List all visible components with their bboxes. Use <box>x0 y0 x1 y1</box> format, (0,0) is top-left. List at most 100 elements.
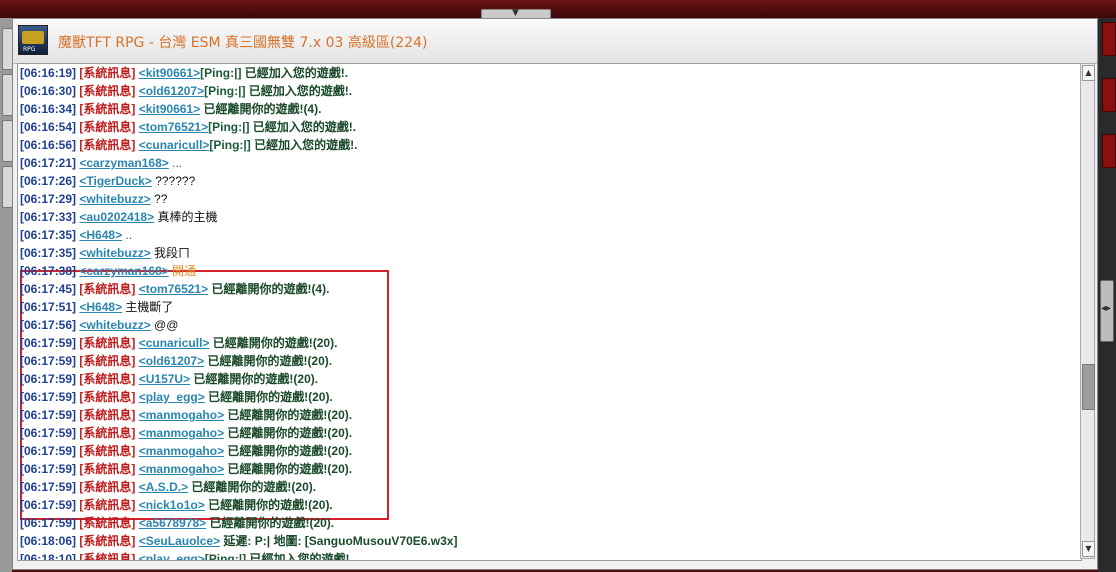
chat-timestamp: [06:17:59] <box>20 408 77 422</box>
chat-message-text: 已經加入您的遊戲!. <box>241 66 349 80</box>
scroll-up-icon[interactable]: ▲ <box>1082 65 1095 81</box>
username-link[interactable]: <tom76521> <box>139 282 208 296</box>
chat-timestamp: [06:16:54] <box>20 120 77 134</box>
system-tag: [系統訊息] <box>79 534 136 548</box>
chat-timestamp: [06:17:38] <box>20 264 77 278</box>
username-link[interactable]: <play_egg> <box>139 390 205 404</box>
username-link[interactable]: <au0202418> <box>79 210 154 224</box>
chat-message-text: 已經加入您的遊戲!. <box>246 552 353 561</box>
chat-timestamp: [06:17:33] <box>20 210 77 224</box>
chat-timestamp: [06:17:51] <box>20 300 77 314</box>
username-link[interactable]: <manmogaho> <box>139 462 224 476</box>
chat-message-text: ?????? <box>151 174 196 188</box>
chat-timestamp: [06:17:59] <box>20 462 77 476</box>
chat-timestamp: [06:17:59] <box>20 516 77 530</box>
username-link[interactable]: <play_egg> <box>139 552 205 560</box>
system-tag: [系統訊息] <box>79 498 136 512</box>
window-titlebar: RPG 魔獸TFT RPG - 台灣 ESM 真三國無雙 7.x 03 高級區(… <box>13 19 1097 64</box>
chat-message-text: 延遲: P:| 地圖: [SanguoMusouV70E6.w3x] <box>220 534 458 548</box>
chat-timestamp: [06:17:59] <box>20 444 77 458</box>
chat-line: [06:16:56] [系統訊息] <cunaricull>[Ping:|] 已… <box>20 136 357 154</box>
chat-timestamp: [06:18:06] <box>20 534 77 548</box>
username-link[interactable]: <manmogaho> <box>139 444 224 458</box>
side-marker <box>1102 22 1116 56</box>
username-link[interactable]: <carzyman168> <box>79 264 168 278</box>
scrollbar-thumb[interactable] <box>1082 364 1095 410</box>
chat-timestamp: [06:17:35] <box>20 246 77 260</box>
panel-resize-handle[interactable]: ◂▸ <box>1100 280 1114 342</box>
chat-message-text: ... <box>168 156 183 170</box>
chat-log[interactable]: [06:16:19] [系統訊息] <kit90661>[Ping:|] 已經加… <box>17 63 1082 561</box>
chat-message-text: 已經離開你的遊戲!(20). <box>224 444 353 458</box>
chat-message-text: 已經離開你的遊戲!(20). <box>206 516 335 530</box>
username-link[interactable]: <tom76521> <box>139 120 208 134</box>
chat-timestamp: [06:17:59] <box>20 390 77 404</box>
ping-indicator: [Ping:|] <box>200 66 242 80</box>
chat-timestamp: [06:17:59] <box>20 336 77 350</box>
system-tag: [系統訊息] <box>79 516 136 530</box>
chat-message-text: 已經離開你的遊戲!(20). <box>224 462 353 476</box>
side-marker <box>1102 134 1116 168</box>
chat-line: [06:16:54] [系統訊息] <tom76521>[Ping:|] 已經加… <box>20 118 356 136</box>
username-link[interactable]: <U157U> <box>139 372 190 386</box>
ping-indicator: [Ping:|] <box>204 84 246 98</box>
chat-line: [06:16:34] [系統訊息] <kit90661> 已經離開你的遊戲!(4… <box>20 100 321 118</box>
chat-timestamp: [06:17:56] <box>20 318 77 332</box>
chat-message-text: @@ <box>150 318 179 332</box>
chat-timestamp: [06:16:30] <box>20 84 77 98</box>
username-link[interactable]: <kit90661> <box>139 102 200 116</box>
chat-line: [06:17:35] <H648> .. <box>20 226 132 244</box>
username-link[interactable]: <manmogaho> <box>139 408 224 422</box>
chat-timestamp: [06:17:59] <box>20 480 77 494</box>
chat-line: [06:17:59] [系統訊息] <manmogaho> 已經離開你的遊戲!(… <box>20 442 352 460</box>
system-tag: [系統訊息] <box>79 480 136 494</box>
username-link[interactable]: <whitebuzz> <box>79 318 150 332</box>
username-link[interactable]: <a5678978> <box>139 516 206 530</box>
chat-line: [06:16:30] [系統訊息] <old61207>[Ping:|] 已經加… <box>20 82 352 100</box>
username-link[interactable]: <H648> <box>79 228 122 242</box>
system-tag: [系統訊息] <box>79 390 136 404</box>
system-tag: [系統訊息] <box>79 336 136 350</box>
chat-message-text: 開通 <box>168 264 197 278</box>
username-link[interactable]: <cunaricull> <box>139 336 210 350</box>
chat-line: [06:17:33] <au0202418> 真棒的主機 <box>20 208 217 226</box>
username-link[interactable]: <nick1o1o> <box>139 498 205 512</box>
system-tag: [系統訊息] <box>79 102 136 116</box>
chat-line: [06:17:21] <carzyman168> ... <box>20 154 182 172</box>
username-link[interactable]: <kit90661> <box>139 66 200 80</box>
username-link[interactable]: <A.S.D.> <box>139 480 188 494</box>
system-tag: [系統訊息] <box>79 66 136 80</box>
username-link[interactable]: <carzyman168> <box>79 156 168 170</box>
chat-message-text: 我段ㄇ <box>150 246 191 260</box>
username-link[interactable]: <old61207> <box>139 84 204 98</box>
chat-timestamp: [06:17:35] <box>20 228 77 242</box>
username-link[interactable]: <whitebuzz> <box>79 192 150 206</box>
chat-message-text: 真棒的主機 <box>154 210 218 224</box>
chat-message-text: 已經離開你的遊戲!(20). <box>188 480 317 494</box>
chat-message-text: .. <box>122 228 133 242</box>
chat-line: [06:17:59] [系統訊息] <A.S.D.> 已經離開你的遊戲!(20)… <box>20 478 316 496</box>
window-title: 魔獸TFT RPG - 台灣 ESM 真三國無雙 7.x 03 高級區(224) <box>58 35 428 51</box>
chat-line: [06:18:10] [系統訊息] <play_egg>[Ping:|] 已經加… <box>20 550 353 561</box>
ping-indicator: [Ping:|] <box>208 120 250 134</box>
username-link[interactable]: <manmogaho> <box>139 426 224 440</box>
scroll-down-icon[interactable]: ▼ <box>1082 541 1095 557</box>
chat-line: [06:18:06] [系統訊息] <SeuLauolce> 延遲: P:| 地… <box>20 532 457 550</box>
chat-line: [06:17:59] [系統訊息] <old61207> 已經離開你的遊戲!(2… <box>20 352 332 370</box>
chat-line: [06:17:45] [系統訊息] <tom76521> 已經離開你的遊戲!(4… <box>20 280 329 298</box>
chat-line: [06:17:35] <whitebuzz> 我段ㄇ <box>20 244 190 262</box>
chat-timestamp: [06:17:21] <box>20 156 77 170</box>
username-link[interactable]: <whitebuzz> <box>79 246 150 260</box>
username-link[interactable]: <cunaricull> <box>139 138 210 152</box>
ping-indicator: [Ping:|] <box>204 552 247 561</box>
chat-scrollbar[interactable]: ▲ ▼ <box>1080 63 1095 559</box>
chat-timestamp: [06:18:10] <box>20 552 77 561</box>
username-link[interactable]: <old61207> <box>139 354 204 368</box>
chat-message-text: 已經離開你的遊戲!(20). <box>204 390 333 404</box>
chat-message-text: 已經離開你的遊戲!(20). <box>224 426 353 440</box>
username-link[interactable]: <TigerDuck> <box>79 174 151 188</box>
chat-timestamp: [06:17:59] <box>20 426 77 440</box>
username-link[interactable]: <H648> <box>79 300 122 314</box>
chat-message-text: 已經離開你的遊戲!(20). <box>209 336 338 350</box>
username-link[interactable]: <SeuLauolce> <box>139 534 220 548</box>
